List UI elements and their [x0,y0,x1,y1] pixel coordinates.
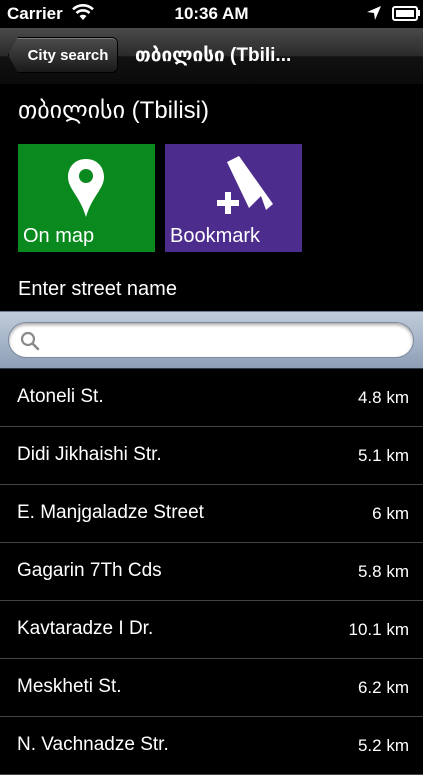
city-title: თბილისი (Tbilisi) [18,97,209,124]
street-name: Kavtaradze I Dr. [17,618,154,639]
street-distance: 5.1 km [357,446,409,465]
location-arrow-icon [367,6,381,20]
clock: 10:36 AM [174,4,249,23]
street-name: Meskheti St. [17,676,122,697]
battery-tip [418,10,420,16]
list-item[interactable]: Meskheti St. 6.2 km [0,659,423,717]
search-input[interactable] [47,328,401,354]
street-distance: 4.8 km [357,388,409,407]
list-item[interactable]: N. Vachnadze Str. 5.2 km [0,717,423,775]
on-map-button[interactable]: On map [18,144,155,252]
navigation-bar: City search თბილისი (Tbili... [0,28,423,85]
search-icon [20,331,40,351]
on-map-label: On map [23,225,95,247]
map-pin-icon [68,159,104,217]
search-bar [0,311,423,369]
street-name: Gagarin 7Th Cds [17,560,162,581]
nav-title: თბილისი (Tbili... [135,45,292,66]
street-prompt: Enter street name [18,278,177,300]
street-distance: 10.1 km [348,620,409,639]
street-distance: 5.2 km [357,736,409,755]
street-name: E. Manjgaladze Street [17,502,204,523]
status-bar: Carrier 10:36 AM [0,0,423,28]
street-name: Atoneli St. [17,386,104,407]
bookmark-button[interactable]: Bookmark [165,144,302,252]
street-list: Atoneli St. 4.8 km Didi Jikhaishi Str. 5… [0,369,423,775]
street-distance: 6 km [372,504,409,523]
street-name: N. Vachnadze Str. [17,734,169,755]
list-item[interactable]: Didi Jikhaishi Str. 5.1 km [0,427,423,485]
street-distance: 6.2 km [357,678,409,697]
battery-icon [392,6,418,21]
list-item[interactable]: E. Manjgaladze Street 6 km [0,485,423,543]
bookmark-label: Bookmark [170,225,261,247]
back-button[interactable]: City search [8,37,118,73]
list-item[interactable]: Kavtaradze I Dr. 10.1 km [0,601,423,659]
street-name: Didi Jikhaishi Str. [17,444,162,465]
list-item[interactable]: Gagarin 7Th Cds 5.8 km [0,543,423,601]
list-item[interactable]: Atoneli St. 4.8 km [0,369,423,427]
bookmark-icon [217,156,273,214]
search-field[interactable] [8,322,414,358]
street-distance: 5.8 km [357,562,409,581]
